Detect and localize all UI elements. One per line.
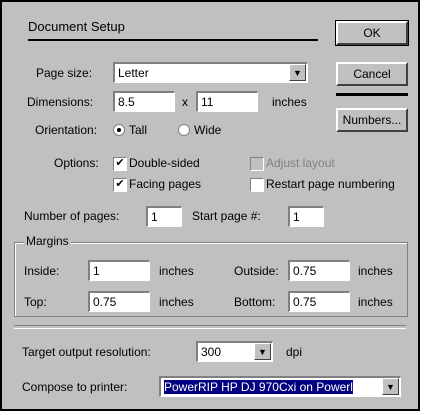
dimensions-unit: inches [272, 95, 307, 109]
dimensions-x-label: x [182, 95, 188, 109]
orientation-tall-label[interactable]: Tall [129, 123, 147, 137]
restart-numbering-checkbox[interactable] [250, 178, 264, 192]
start-page-input[interactable]: 1 [288, 206, 324, 227]
double-sided-checkbox[interactable]: ✔ [113, 157, 127, 171]
start-page-label: Start page #: [192, 209, 261, 223]
orientation-tall-radio[interactable] [113, 124, 125, 136]
adjust-layout-checkbox [250, 157, 264, 171]
dimensions-width-input[interactable]: 8.5 [113, 91, 175, 112]
outside-margin-label: Outside: [234, 264, 279, 278]
outside-margin-input[interactable]: 0.75 [288, 260, 350, 281]
page-size-label: Page size: [36, 66, 93, 80]
bottom-margin-label: Bottom: [234, 295, 276, 309]
number-of-pages-label: Number of pages: [24, 209, 120, 223]
adjust-layout-label: Adjust layout [266, 156, 335, 170]
orientation-wide-radio[interactable] [178, 124, 190, 136]
restart-numbering-label[interactable]: Restart page numbering [266, 177, 395, 191]
inside-margin-label: Inside: [24, 264, 60, 278]
chevron-down-icon[interactable]: ▼ [382, 378, 399, 395]
facing-pages-checkbox[interactable]: ✔ [113, 178, 127, 192]
chevron-down-icon[interactable]: ▼ [254, 343, 271, 360]
inside-margin-input[interactable]: 1 [88, 260, 150, 281]
orientation-wide-label[interactable]: Wide [194, 123, 221, 137]
resolution-value: 300 [201, 345, 222, 359]
inside-margin-unit: inches [159, 264, 194, 278]
document-setup-dialog: Document Setup OK Cancel Numbers... Page… [0, 0, 420, 411]
outside-margin-unit: inches [358, 264, 393, 278]
orientation-label: Orientation: [35, 123, 98, 137]
cancel-button[interactable]: Cancel [336, 62, 408, 86]
resolution-unit: dpi [286, 345, 303, 359]
dimensions-label: Dimensions: [27, 95, 94, 109]
printer-value: PowerRIP HP DJ 970Cxi on Powerl [164, 380, 353, 394]
chevron-down-icon[interactable]: ▼ [289, 64, 306, 81]
separator [14, 325, 406, 329]
dialog-title: Document Setup [28, 19, 125, 34]
margins-label: Margins [24, 234, 71, 248]
title-divider [28, 39, 318, 41]
options-label: Options: [54, 156, 99, 170]
ok-button[interactable]: OK [335, 20, 409, 46]
page-size-value: Letter [118, 66, 149, 80]
bottom-margin-input[interactable]: 0.75 [288, 291, 350, 312]
page-size-select[interactable]: Letter [113, 62, 308, 83]
top-margin-unit: inches [159, 295, 194, 309]
printer-select[interactable]: PowerRIP HP DJ 970Cxi on Powerl [159, 376, 401, 397]
number-of-pages-input[interactable]: 1 [146, 206, 182, 227]
facing-pages-label[interactable]: Facing pages [129, 177, 201, 191]
button-divider [336, 93, 408, 96]
top-margin-label: Top: [24, 295, 47, 309]
numbers-button[interactable]: Numbers... [336, 108, 408, 132]
printer-label: Compose to printer: [22, 380, 128, 394]
bottom-margin-unit: inches [358, 295, 393, 309]
dimensions-height-input[interactable]: 11 [196, 91, 258, 112]
resolution-label: Target output resolution: [22, 345, 151, 359]
top-margin-input[interactable]: 0.75 [88, 291, 150, 312]
double-sided-label[interactable]: Double-sided [129, 156, 200, 170]
